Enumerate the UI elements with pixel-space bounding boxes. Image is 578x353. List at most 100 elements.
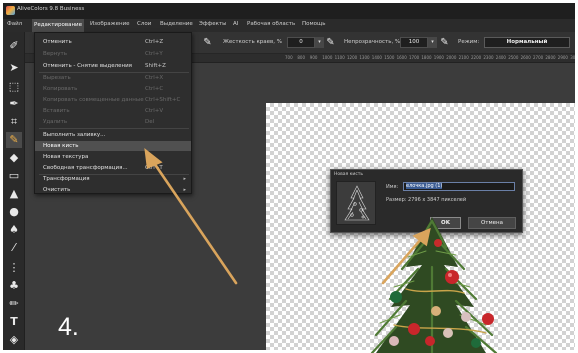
ruler-tick: 1800 [421,55,432,60]
hardness-dropdown[interactable]: ▾ [315,37,324,48]
edit-menu-item-shortcut: Ctrl+V [145,108,164,114]
edit-menu-item-label: Вставить [43,108,70,114]
menu-separator [39,128,189,129]
edit-menu-item-label: Удалить [43,119,68,125]
dialog-title: Новая кисть [334,172,364,177]
edit-menu-item-shortcut: Ctrl+X [145,75,164,81]
hardness-input[interactable]: 0 [287,37,315,48]
ruler-tick: 1900 [433,55,444,60]
ruler-tick: 1100 [334,55,345,60]
brush-active-tool-icon[interactable]: ✎ [6,132,22,148]
ruler-tick: 2400 [495,55,506,60]
edit-menu-item-label: Новая кисть [43,143,79,149]
ruler-tick: 800 [297,55,306,60]
app-logo-icon [6,6,15,15]
edit-menu-dropdown: Отменить Ctrl+Z Вернуть Ctrl+Y Отменить - Сн… [34,32,192,194]
submenu-arrow-icon: ▸ [183,176,186,182]
menu-workspace[interactable]: Рабочая область [247,21,295,27]
ruler-tick: 2300 [483,55,494,60]
opacity-label: Непрозрачность, % [344,39,401,45]
clone-tool-icon[interactable]: ♣ [6,278,22,294]
blur-tool-icon[interactable]: ● [6,204,22,220]
edit-menu-item: Вставить Ctrl+V [35,106,191,116]
edit-menu-item-label: Очистить [43,187,71,193]
step-number: 4. [58,313,79,341]
pen-tool-icon[interactable]: ✏ [6,296,22,312]
shape-tool-icon[interactable]: ◈ [6,332,22,348]
ruler-tick: 2600 [520,55,531,60]
edit-menu-item-shortcut: Ctrl+C [145,86,164,92]
symmetry-tool-icon[interactable]: ⋮ [6,260,22,276]
edit-menu-item-label: Отменить [43,39,72,45]
ruler-tick: 1200 [347,55,358,60]
edit-menu-item: Удалить Del [35,117,191,127]
edit-menu-item[interactable]: Отменить Ctrl+Z [35,37,191,47]
ruler-tick: 3000 [570,55,575,60]
hardness-pen-icon[interactable]: ✎ [325,37,336,48]
pen-pressure-icon[interactable]: ✎ [202,37,213,48]
brush-tool-icon[interactable]: ✐ [6,38,22,54]
edit-menu-item[interactable]: Новая кисть [35,141,191,151]
ruler-tick: 2800 [545,55,556,60]
menu-selection[interactable]: Выделение [160,21,193,27]
edit-menu-item[interactable]: Свободная трансформация... Ctrl+T [35,163,191,173]
dodge-tool-icon[interactable]: ♠ [6,222,22,238]
menu-ai[interactable]: AI [233,21,238,27]
brush-name-input[interactable]: елочка.jpg (1) [403,182,515,191]
blend-mode-select[interactable]: Нормальный [484,37,570,48]
rectangle-tool-icon[interactable]: ▭ [6,168,22,184]
edit-menu-item-shortcut: Ctrl+Y [145,51,163,57]
move-tool-icon[interactable]: ➤ [6,60,22,76]
christmas-tree-image [370,217,498,353]
ruler-tick: 2200 [471,55,482,60]
menu-bar: Файл Редактирование Изображение Слои Выд… [3,19,575,32]
crop-tool-icon[interactable]: ⌗ [6,114,22,130]
opacity-dropdown[interactable]: ▾ [428,37,437,48]
menu-file[interactable]: Файл [7,21,22,27]
menu-layers[interactable]: Слои [137,21,151,27]
eraser-tool-icon[interactable]: ◆ [6,150,22,166]
brush-name-value: елочка.jpg (1) [406,183,443,189]
smudge-tool-icon[interactable]: ⁄ [6,240,22,256]
opacity-input[interactable]: 100 [400,37,428,48]
edit-menu-item-shortcut: Ctrl+Shift+C [145,97,181,103]
edit-menu-item-label: Вернуть [43,51,67,57]
edit-menu-item-label: Копировать [43,86,78,92]
ruler-tick: 1300 [359,55,370,60]
brush-name-label: Имя: [386,184,399,190]
eyedropper-tool-icon[interactable]: ✒ [6,96,22,112]
edit-menu-item[interactable]: Новая текстура [35,152,191,162]
edit-menu-item: Копировать совмещенные данные Ctrl+Shift+… [35,95,191,105]
ruler-tick: 1000 [322,55,333,60]
menu-image[interactable]: Изображение [90,21,130,27]
ruler-tick: 1600 [396,55,407,60]
ruler-tick: 1500 [384,55,395,60]
ruler-tick: 1400 [371,55,382,60]
edit-menu-item[interactable]: Отменить - Снятие выделения Shift+Z [35,61,191,71]
edit-menu-item-shortcut: Shift+Z [145,63,166,69]
edit-menu-item-label: Свободная трансформация... [43,165,128,171]
edit-menu-item[interactable]: Трансформация ▸ [35,174,191,184]
mode-label: Режим: [458,39,480,45]
fill-tool-icon[interactable]: ▲ [6,186,22,202]
ruler-tick: 1700 [409,55,420,60]
edit-menu-item-label: Копировать совмещенные данные [43,97,144,103]
marquee-tool-icon[interactable]: ⬚ [6,79,22,95]
text-tool-icon[interactable]: T [6,314,22,330]
edit-menu-item[interactable]: Очистить ▸ [35,185,191,195]
tool-panel: ✐ ➤ ⬚ ✒ ⌗ ✎ ◆ ▭ ▲ ● ♠ ⁄ ⋮ ♣ ✏ T ◈ [3,32,25,350]
ruler-tick: 2900 [557,55,568,60]
ruler-tick: 900 [309,55,318,60]
menu-effects[interactable]: Эффекты [199,21,227,27]
edit-menu-item: Копировать Ctrl+C [35,84,191,94]
ruler-tick: 2000 [446,55,457,60]
brush-size-text: Размер: 2796 x 3847 пикселей [386,197,467,203]
edit-menu-item[interactable]: Выполнить заливку... [35,130,191,140]
opacity-pen-icon[interactable]: ✎ [439,37,450,48]
edit-menu-item-label: Выполнить заливку... [43,132,106,138]
app-title: AliveColors 9.8 Business [17,6,85,12]
menu-edit[interactable]: Редактирование [32,19,84,32]
ruler-tick: 2700 [533,55,544,60]
edit-menu-item: Вырезать Ctrl+X [35,73,191,83]
menu-help[interactable]: Помощь [302,21,325,27]
